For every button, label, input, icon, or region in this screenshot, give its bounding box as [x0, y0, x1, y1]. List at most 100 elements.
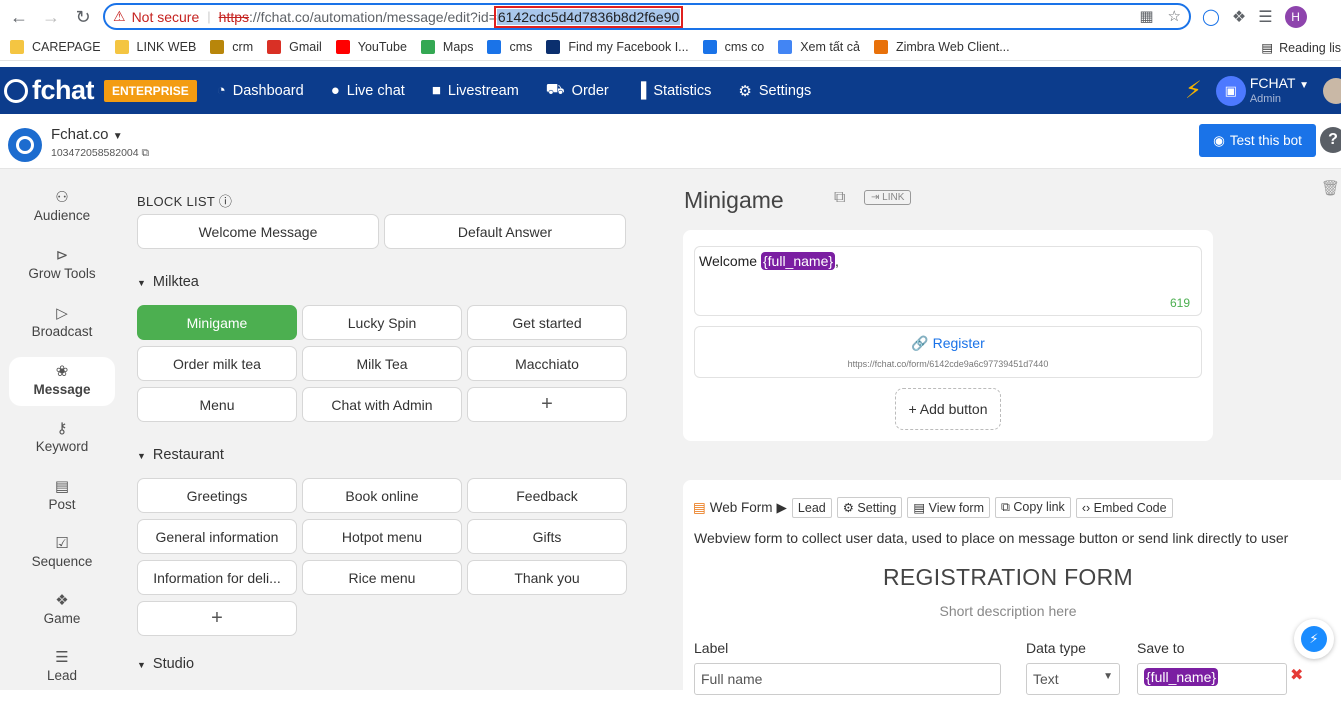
block-item[interactable]: Order milk tea	[137, 346, 297, 381]
bookmark-item[interactable]: YouTube	[335, 40, 407, 54]
block-item[interactable]: Macchiato	[467, 346, 627, 381]
block-list-title: BLOCK LIST ⓘ	[137, 194, 233, 209]
qr-code-icon[interactable]: ▦	[1139, 7, 1153, 25]
block-item[interactable]: Milk Tea	[302, 346, 462, 381]
sidebar-item-sequence[interactable]: ☑ Sequence	[9, 534, 115, 584]
saveto-field[interactable]: {full_name}	[1137, 663, 1287, 695]
form-heading[interactable]: REGISTRATION FORM	[683, 564, 1333, 591]
block-title[interactable]: Minigame	[684, 187, 784, 214]
block-item[interactable]: Get started	[467, 305, 627, 340]
block-item[interactable]: General information	[137, 519, 297, 554]
add-block-button[interactable]: +	[467, 387, 627, 422]
block-item[interactable]: Greetings	[137, 478, 297, 513]
media-queue-icon[interactable]: ☰	[1258, 7, 1272, 27]
sidebar-item-keyword[interactable]: ⚷ Keyword	[9, 419, 115, 469]
group-title[interactable]: ▼ Milktea	[137, 274, 199, 290]
profile-photo-avatar[interactable]	[1323, 77, 1341, 104]
bookmark-item[interactable]: Xem tất cả	[778, 40, 860, 54]
form-tab-embed-code[interactable]: ‹› Embed Code	[1075, 497, 1173, 518]
block-item[interactable]: Chat with Admin	[302, 387, 462, 422]
sidebar-item-audience[interactable]: ⚇ Audience	[9, 188, 115, 238]
nav-item-live-chat[interactable]: ● Live chat	[331, 81, 405, 100]
link-icon[interactable]: ⇥ LINK	[864, 190, 912, 205]
message-textarea[interactable]: Welcome {full_name}, 619	[694, 246, 1202, 316]
sidebar-item-broadcast[interactable]: ▷ Broadcast	[9, 304, 115, 354]
url-id-selection[interactable]: 6142cdc5d4d7836b8d2f6e90	[493, 5, 684, 28]
extension-circle-icon[interactable]: ◯	[1202, 7, 1220, 27]
bookmark-icon	[210, 40, 225, 54]
webform-title: Web Form	[709, 500, 773, 515]
bookmark-item[interactable]: cms	[487, 40, 532, 54]
user-menu[interactable]: FCHAT ▼ Admin	[1250, 76, 1309, 105]
variable-tag[interactable]: {full_name}	[760, 252, 836, 270]
logo-icon	[4, 78, 28, 103]
user-role: Admin	[1249, 93, 1282, 105]
block-item[interactable]: Thank you	[467, 560, 627, 595]
store-icon[interactable]: ▣	[1215, 75, 1246, 106]
nav-item-order[interactable]: ⛟ Order	[546, 81, 609, 100]
address-bar[interactable]: ⚠ Not secure | https://fchat.co/automati…	[103, 3, 1191, 30]
add-block-button[interactable]: +	[137, 601, 297, 636]
block-item[interactable]: Book online	[302, 478, 462, 513]
help-circle-icon[interactable]: ⓘ	[219, 194, 232, 209]
forward-icon[interactable]: →	[37, 3, 65, 31]
nav-item-settings[interactable]: ⚙ Settings	[738, 81, 811, 100]
sidebar-item-game[interactable]: ❖ Game	[9, 591, 115, 641]
form-tab-view-form[interactable]: ▤ View form	[907, 497, 990, 518]
bookmark-item[interactable]: Maps	[420, 40, 473, 54]
block-item[interactable]: Menu	[137, 387, 297, 422]
group-title[interactable]: ▼ Restaurant	[137, 447, 224, 463]
bookmark-icon	[778, 40, 793, 54]
add-button[interactable]: + Add button	[895, 388, 1001, 430]
form-tab-lead[interactable]: Lead	[791, 497, 832, 518]
messenger-chat-icon[interactable]: ⚡	[1294, 619, 1334, 659]
help-icon[interactable]: ?	[1320, 127, 1341, 153]
sidebar-item-lead[interactable]: ☰ Lead	[9, 648, 115, 698]
block-welcome-message[interactable]: Welcome Message	[137, 214, 379, 249]
extensions-puzzle-icon[interactable]: ❖	[1232, 7, 1246, 27]
sidebar-item-post[interactable]: ▤ Post	[9, 477, 115, 527]
bookmark-item[interactable]: cms co	[702, 40, 764, 54]
block-default-answer[interactable]: Default Answer	[384, 214, 626, 249]
nav-item-dashboard[interactable]: ◔ Dashboard	[217, 81, 304, 100]
group-title[interactable]: ▼ Studio	[137, 656, 194, 672]
remove-field-icon[interactable]: ✖	[1290, 665, 1303, 685]
form-subheading[interactable]: Short description here	[683, 603, 1333, 619]
bookmark-item[interactable]: CAREPAGE	[10, 40, 101, 54]
sidebar-item-grow-tools[interactable]: ⊳ Grow Tools	[9, 246, 115, 296]
form-tab-setting[interactable]: ⚙ Setting	[836, 497, 903, 518]
message-button[interactable]: 🔗 Register https://fchat.co/form/6142cde…	[694, 326, 1202, 378]
back-icon[interactable]: ←	[5, 3, 33, 31]
bookmark-item[interactable]: Gmail	[267, 40, 322, 54]
fchat-logo[interactable]: fchat	[4, 75, 95, 106]
block-item[interactable]: Hotpot menu	[302, 519, 462, 554]
reading-list-button[interactable]: ▤ Reading lis	[1261, 40, 1341, 56]
datatype-select[interactable]: Text ▼	[1026, 663, 1120, 695]
profile-avatar[interactable]: H	[1284, 6, 1307, 28]
block-item[interactable]: Gifts	[467, 519, 627, 554]
bookmark-item[interactable]: Find my Facebook I...	[546, 40, 689, 54]
block-item[interactable]: Rice menu	[302, 560, 462, 595]
sidebar-item-message[interactable]: ❀ Message	[9, 357, 115, 406]
play-icon[interactable]: ▶	[777, 500, 787, 516]
block-item[interactable]: Information for deli...	[137, 560, 297, 595]
block-item-active[interactable]: Minigame	[137, 305, 297, 340]
bookmark-item[interactable]: LINK WEB	[114, 40, 196, 54]
trash-icon[interactable]: 🗑	[1321, 179, 1340, 197]
duplicate-icon[interactable]: ⧉	[834, 189, 845, 207]
test-bot-button[interactable]: ◉ Test this bot	[1199, 124, 1316, 157]
copy-icon[interactable]: ⧉	[142, 147, 150, 159]
page-selector[interactable]: Fchat.co ▼	[51, 126, 123, 143]
label-input[interactable]: Full name	[694, 663, 1001, 695]
form-tab-copy-link[interactable]: ⧉ Copy link	[994, 497, 1071, 518]
block-item[interactable]: Feedback	[467, 478, 627, 513]
bookmark-item[interactable]: Zimbra Web Client...	[873, 40, 1010, 54]
bookmark-star-icon[interactable]: ☆	[1168, 7, 1181, 25]
nav-item-statistics[interactable]: ▐ Statistics	[636, 81, 712, 100]
bookmark-item[interactable]: crm	[210, 40, 253, 54]
reload-icon[interactable]: ↻	[69, 3, 97, 31]
bolt-off-icon[interactable]: ⚡	[1185, 76, 1202, 105]
button-url: https://fchat.co/form/6142cde9a6c9773945…	[847, 359, 1049, 369]
block-item[interactable]: Lucky Spin	[302, 305, 462, 340]
nav-item-livestream[interactable]: ■ Livestream	[432, 81, 519, 100]
